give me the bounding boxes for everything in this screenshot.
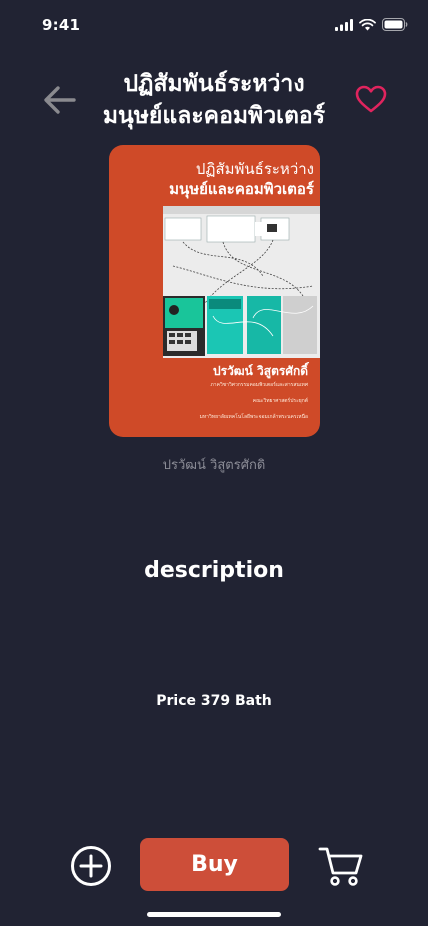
cart-button[interactable] [318,845,364,887]
cover-university: มหาวิทยาลัยเทคโนโลยีพระจอมเกล้าพระนครเหน… [199,414,308,420]
status-icons [335,18,408,31]
cover-title-line-1: ปฏิสัมพันธ์ระหว่าง [195,160,314,178]
cover-department: ภาควิชาวิศวกรรมคอมพิวเตอร์และสารสนเทศ [210,382,309,388]
favorite-button[interactable] [354,84,388,114]
plus-circle-icon [71,846,111,886]
heart-outline-icon [355,85,387,113]
title-line-2: มนุษย์และคอมพิวเตอร์ [102,103,326,129]
status-bar: 9:41 [0,0,428,50]
wifi-icon [359,18,376,30]
arrow-left-icon [44,86,76,114]
book-cover: ปฏิสัมพันธ์ระหว่าง มนุษย์และคอมพิวเตอร์ [109,145,320,437]
signal-icon [335,18,353,31]
home-indicator[interactable] [147,912,281,917]
title-line-1: ปฏิสัมพันธ์ระหว่าง [123,71,305,97]
description-heading: description [144,558,284,583]
price-label: Price 379 Bath [156,693,272,709]
cover-title-line-2: มนุษย์และคอมพิวเตอร์ [169,180,314,198]
buy-button[interactable]: Buy [140,838,289,891]
status-time: 9:41 [42,16,81,34]
cover-diagram-graphic [133,206,320,356]
add-button[interactable] [70,845,112,887]
cover-title: ปฏิสัมพันธ์ระหว่าง มนุษย์และคอมพิวเตอร์ [109,159,314,199]
battery-icon [382,18,408,31]
shopping-cart-icon [318,847,363,886]
cover-faculty: คณะวิทยาศาสตร์ประยุกต์ [252,398,308,404]
back-button[interactable] [40,80,80,120]
cover-illustration [133,206,320,358]
book-author: ปรวัฒน์ วิสูตรศักดิ [162,458,266,473]
page-title: ปฏิสัมพันธ์ระหว่าง มนุษย์และคอมพิวเตอร์ [84,68,344,132]
cover-author: ปรวัฒน์ วิสูตรศักดิ์ [213,364,308,378]
